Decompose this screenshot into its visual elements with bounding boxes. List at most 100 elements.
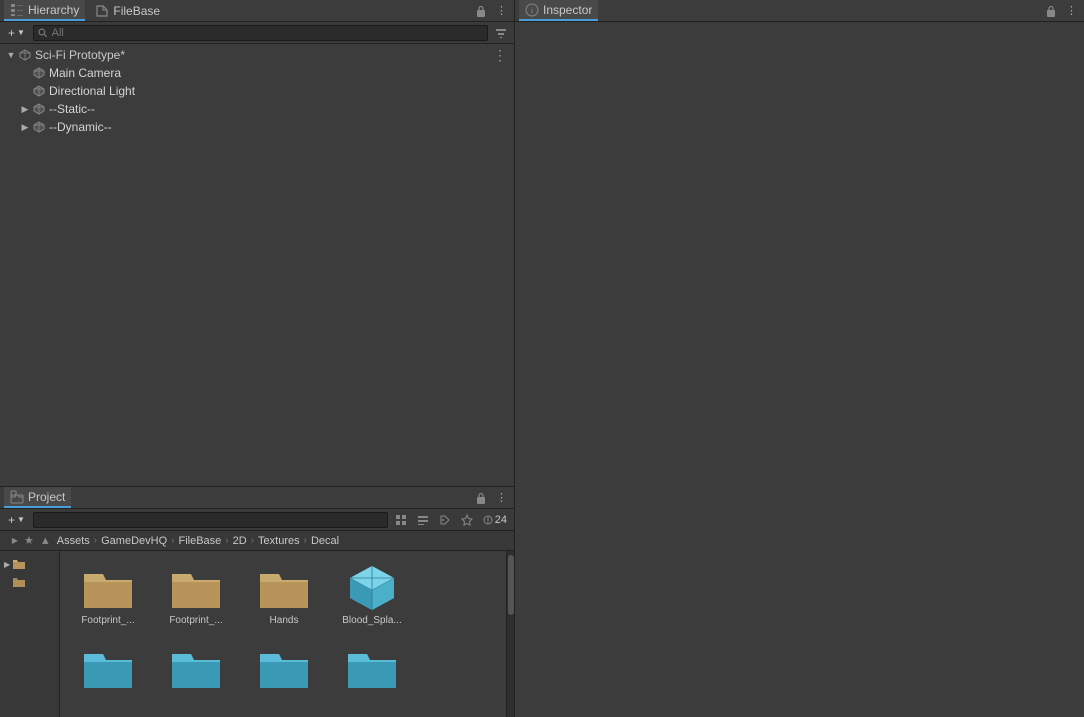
file-item-footprint2[interactable]: Footprint_... bbox=[156, 559, 236, 631]
tree-item-scene-root[interactable]: Sci-Fi Prototype* ⋮ bbox=[0, 46, 514, 64]
breadcrumb-arrow bbox=[8, 534, 22, 548]
project-tree-btn[interactable] bbox=[414, 513, 432, 527]
breadcrumb-up[interactable]: ▲ bbox=[40, 535, 51, 547]
tab-project[interactable]: Project bbox=[4, 487, 71, 508]
dynamic-icon bbox=[32, 120, 46, 134]
file-item-blood-splash[interactable]: Blood_Spla... bbox=[332, 559, 412, 631]
project-section: Project ⋮ + ▼ bbox=[0, 487, 514, 717]
breadcrumb-decal[interactable]: Decal bbox=[311, 535, 339, 547]
breadcrumb: ★ ▲ Assets › GameDevHQ › FileBase › 2D ›… bbox=[0, 531, 514, 551]
file-item-folder7[interactable] bbox=[244, 639, 324, 699]
project-panel-header: Project ⋮ bbox=[0, 487, 514, 509]
project-fav-btn[interactable] bbox=[458, 513, 476, 527]
directional-light-icon bbox=[32, 84, 46, 98]
scene-root-menu[interactable]: ⋮ bbox=[490, 46, 510, 65]
hierarchy-add-button[interactable]: + ▼ bbox=[4, 25, 29, 41]
inspector-tab-icon: i bbox=[525, 3, 539, 17]
folder8-icon bbox=[342, 643, 402, 693]
project-lock-btn[interactable] bbox=[473, 491, 489, 505]
add-arrow-icon: ▼ bbox=[17, 28, 25, 37]
breadcrumb-star[interactable]: ★ bbox=[24, 534, 34, 547]
hierarchy-tab-icon bbox=[10, 3, 24, 17]
tab-filebase[interactable]: FileBase bbox=[89, 0, 166, 21]
dynamic-label: --Dynamic-- bbox=[49, 120, 112, 134]
hierarchy-lock-btn[interactable] bbox=[473, 4, 489, 18]
project-add-arrow: ▼ bbox=[17, 515, 25, 524]
breadcrumb-filebase[interactable]: FileBase bbox=[179, 535, 222, 547]
sidebar-item-2[interactable] bbox=[0, 573, 59, 591]
file-item-folder5[interactable] bbox=[68, 639, 148, 699]
tree-item-static[interactable]: --Static-- bbox=[0, 100, 514, 118]
project-scrollbar[interactable] bbox=[506, 551, 514, 717]
folder5-icon bbox=[78, 643, 138, 693]
filebase-tab-label: FileBase bbox=[113, 4, 160, 18]
footprint1-icon bbox=[78, 563, 138, 613]
folder7-icon bbox=[254, 643, 314, 693]
sidebar-folder-icon bbox=[12, 557, 26, 571]
inspector-lock-btn[interactable] bbox=[1043, 4, 1059, 18]
hierarchy-search-options[interactable] bbox=[492, 26, 510, 40]
blood-splash-label: Blood_Spla... bbox=[342, 615, 402, 627]
file-item-folder8[interactable] bbox=[332, 639, 412, 699]
breadcrumb-assets[interactable]: Assets bbox=[57, 535, 90, 547]
static-icon bbox=[32, 102, 46, 116]
hierarchy-tree: Sci-Fi Prototype* ⋮ Main Camera bbox=[0, 44, 514, 486]
left-panel: Hierarchy FileBase ⋮ + ▼ bbox=[0, 0, 515, 717]
project-files-grid: Footprint_... Footprint_... bbox=[60, 551, 506, 717]
breadcrumb-gamedevhq[interactable]: GameDevHQ bbox=[101, 535, 167, 547]
directional-light-label: Directional Light bbox=[49, 84, 135, 98]
file-item-folder6[interactable] bbox=[156, 639, 236, 699]
footprint2-label: Footprint_... bbox=[169, 615, 222, 627]
project-add-label: + bbox=[8, 513, 15, 527]
tree-item-directional-light[interactable]: Directional Light bbox=[0, 82, 514, 100]
footprint2-icon bbox=[166, 563, 226, 613]
main-camera-label: Main Camera bbox=[49, 66, 121, 80]
inspector-tab-label: Inspector bbox=[543, 3, 592, 17]
scene-root-label: Sci-Fi Prototype* bbox=[35, 48, 125, 62]
tab-hierarchy[interactable]: Hierarchy bbox=[4, 0, 85, 21]
sidebar-arrow-icon: ▶ bbox=[4, 560, 10, 569]
hierarchy-search-input[interactable] bbox=[52, 27, 483, 39]
project-menu-btn[interactable]: ⋮ bbox=[493, 490, 510, 505]
project-tag-btn[interactable] bbox=[436, 513, 454, 527]
hierarchy-section: Hierarchy FileBase ⋮ + ▼ bbox=[0, 0, 514, 487]
inspector-menu-btn[interactable]: ⋮ bbox=[1063, 3, 1080, 18]
hierarchy-panel-header: Hierarchy FileBase ⋮ bbox=[0, 0, 514, 22]
add-label: + bbox=[8, 26, 15, 40]
hierarchy-search-box bbox=[33, 25, 488, 41]
scene-root-arrow bbox=[4, 48, 18, 62]
blood-splash-icon bbox=[342, 563, 402, 613]
inspector-body bbox=[515, 22, 1084, 717]
project-file-count: 24 bbox=[495, 514, 507, 526]
static-arrow bbox=[18, 102, 32, 116]
static-label: --Static-- bbox=[49, 102, 95, 116]
search-icon bbox=[38, 28, 48, 38]
scene-root-icon bbox=[18, 48, 32, 62]
project-tab-icon bbox=[10, 490, 24, 504]
svg-text:i: i bbox=[531, 6, 533, 15]
hierarchy-tab-label: Hierarchy bbox=[28, 3, 79, 17]
project-count-btn[interactable]: 24 bbox=[480, 513, 510, 527]
file-item-hands[interactable]: Hands bbox=[244, 559, 324, 631]
inspector-header: i Inspector ⋮ bbox=[515, 0, 1084, 22]
project-content: ▶ bbox=[0, 551, 514, 717]
hands-icon bbox=[254, 563, 314, 613]
project-search-input[interactable] bbox=[38, 514, 383, 526]
folder6-icon bbox=[166, 643, 226, 693]
hierarchy-toolbar: + ▼ bbox=[0, 22, 514, 44]
sidebar-toggle-row[interactable]: ▶ bbox=[0, 555, 59, 573]
dynamic-arrow bbox=[18, 120, 32, 134]
project-thumbnail-btn[interactable] bbox=[392, 513, 410, 527]
hands-label: Hands bbox=[270, 615, 299, 627]
project-tab-label: Project bbox=[28, 490, 65, 504]
breadcrumb-2d[interactable]: 2D bbox=[233, 535, 247, 547]
main-camera-icon bbox=[32, 66, 46, 80]
tab-inspector[interactable]: i Inspector bbox=[519, 0, 598, 21]
file-item-footprint1[interactable]: Footprint_... bbox=[68, 559, 148, 631]
project-toolbar: + ▼ 24 bbox=[0, 509, 514, 531]
tree-item-dynamic[interactable]: --Dynamic-- bbox=[0, 118, 514, 136]
hierarchy-menu-btn[interactable]: ⋮ bbox=[493, 3, 510, 18]
project-add-button[interactable]: + ▼ bbox=[4, 512, 29, 528]
breadcrumb-textures[interactable]: Textures bbox=[258, 535, 300, 547]
tree-item-main-camera[interactable]: Main Camera bbox=[0, 64, 514, 82]
